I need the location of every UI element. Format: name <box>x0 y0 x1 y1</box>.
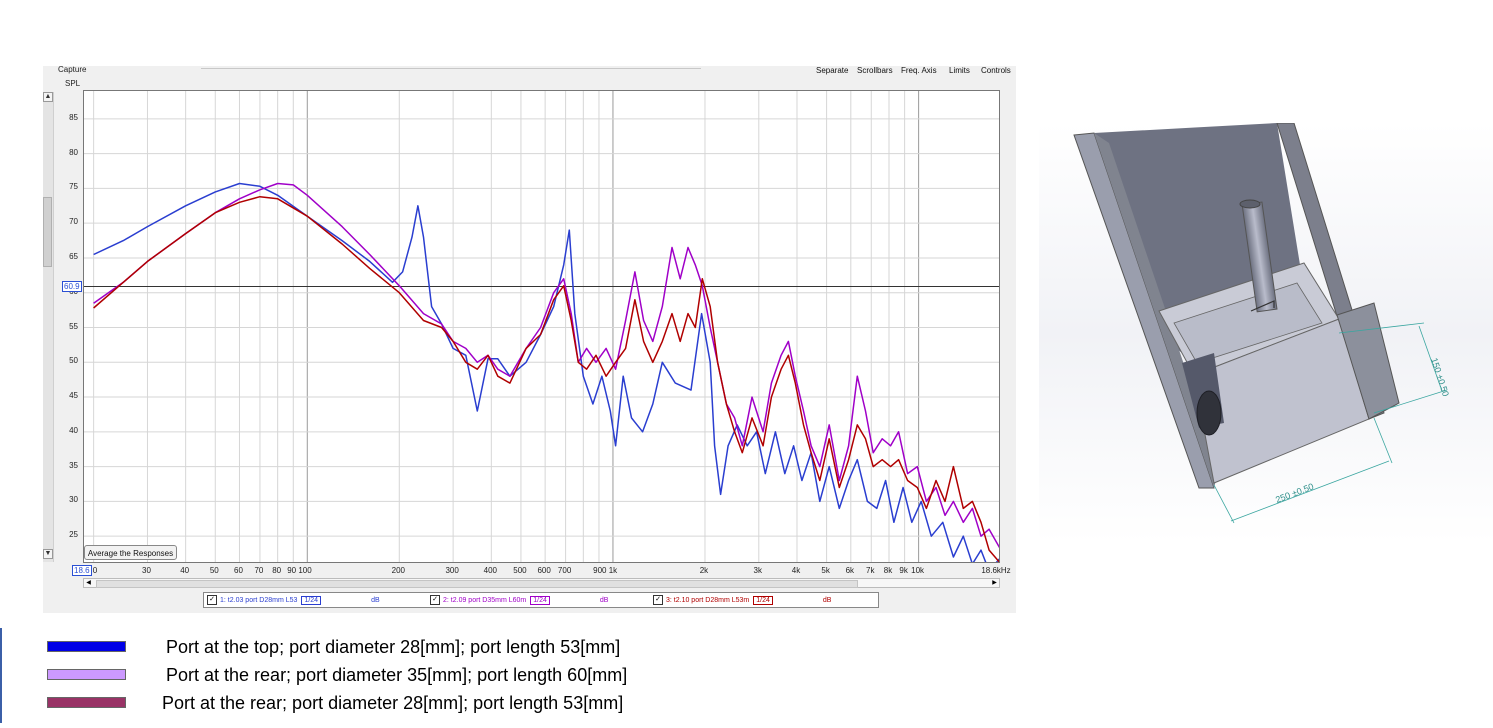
trace-3-checkbox[interactable]: ✓ <box>653 595 663 605</box>
x-tick-label: 30 <box>142 566 151 575</box>
trace-1-name: 1: t2.03 port D28mm L53 <box>220 596 298 604</box>
y-tick-label: 80 <box>69 147 78 157</box>
x-tick-label: 3k <box>753 566 763 575</box>
x-tick-label: 8k <box>883 566 893 575</box>
trace-entry-2[interactable]: ✓ 2: t2.09 port D35mm L60m 1/24 dB <box>430 595 608 605</box>
cad-port-opening <box>1239 199 1261 209</box>
trace-1-smoothing[interactable]: 1/24 <box>301 595 322 605</box>
title-divider <box>201 68 701 69</box>
x-tick-label: 900 1k <box>593 566 618 575</box>
menu-separate[interactable]: Separate <box>816 66 848 75</box>
trace-3-unit: dB <box>822 596 832 604</box>
legend-label-3: Port at the rear; port diameter 28[mm]; … <box>162 693 624 713</box>
series-line-2 <box>93 182 999 549</box>
series-line-3 <box>93 195 999 562</box>
y-tick-label: 65 <box>69 251 78 261</box>
x-tick-label: 90 100 <box>287 566 312 575</box>
trace-1-unit: dB <box>371 596 380 604</box>
trace-entry-3[interactable]: ✓ 3: t2.10 port D28mm L53m 1/24 dB <box>653 595 831 605</box>
legend-swatch-2 <box>47 669 126 680</box>
capture-label[interactable]: Capture <box>58 65 86 74</box>
x-tick-label: 500 <box>513 566 527 575</box>
x-tick-label: 50 <box>209 566 219 575</box>
scroll-up-button[interactable]: ▲ <box>43 92 53 102</box>
y-tick-label: 75 <box>69 182 78 192</box>
legend-label-1: Port at the top; port diameter 28[mm]; p… <box>166 637 621 657</box>
cad-driver <box>1196 390 1222 436</box>
legend-swatch-3 <box>47 697 126 708</box>
vertical-scroll-thumb[interactable] <box>43 197 52 267</box>
average-responses-button[interactable]: Average the Responses <box>84 545 177 560</box>
trace-2-name: 2: t2.09 port D35mm L60m <box>443 596 527 604</box>
x-tick-label: 9k <box>899 566 908 575</box>
horizontal-scrollbar[interactable]: ◀ ▶ <box>83 578 1000 588</box>
trace-1-checkbox[interactable]: ✓ <box>207 595 217 605</box>
x-tick-label: 5k <box>821 566 830 575</box>
menu-freq-axis[interactable]: Freq. Axis <box>901 66 937 75</box>
x-tick-label: 200 <box>391 566 405 575</box>
legend-label-2: Port at the rear; port diameter 35[mm]; … <box>166 665 628 685</box>
y-tick-label: 55 <box>69 321 78 331</box>
y-tick-label: 45 <box>69 391 78 401</box>
left-accent-bar <box>0 628 2 723</box>
scroll-left-button[interactable]: ◀ <box>84 579 93 587</box>
trace-2-checkbox[interactable]: ✓ <box>430 595 440 605</box>
y-tick-label: 30 <box>69 495 78 505</box>
x-tick-label: 300 <box>445 566 459 575</box>
menu-controls[interactable]: Controls <box>981 66 1011 75</box>
cad-enclosure-render: 150 ±0.50 250 ±0.50 <box>1039 123 1493 543</box>
x-end-label: 18.6kHz <box>981 566 1011 575</box>
series-line-1 <box>93 182 999 562</box>
menu-scrollbars[interactable]: Scrollbars <box>857 66 893 75</box>
y-tick-label: 50 <box>69 356 78 366</box>
x-tick-label: 700 <box>557 566 572 575</box>
x-tick-label: 60 <box>234 566 243 575</box>
x-tick-label: 70 <box>254 566 264 575</box>
trace-3-name: 3: t2.10 port D28mm L53m <box>666 596 750 604</box>
legend-swatch-1 <box>47 641 126 652</box>
horizontal-scroll-thumb[interactable] <box>96 580 858 588</box>
trace-entry-1[interactable]: ✓ 1: t2.03 port D28mm L53 1/24 dB <box>207 595 380 605</box>
plot-svg <box>84 91 999 562</box>
x-tick-label: 400 <box>483 566 497 575</box>
x-tick-label: 7k <box>866 566 875 575</box>
cursor-value-box[interactable]: 60.9 <box>62 281 82 292</box>
y-tick-label: 40 <box>69 425 78 435</box>
y-tick-label: 70 <box>69 217 78 227</box>
x-tick-label: 0 <box>92 566 98 575</box>
x-tick-label: 10k <box>911 566 925 575</box>
y-tick-label: 85 <box>69 112 78 122</box>
menu-limits[interactable]: Limits <box>949 66 970 75</box>
scroll-right-button[interactable]: ▶ <box>990 579 999 587</box>
x-tick-label: 6k <box>845 566 855 575</box>
vertical-scrollbar[interactable]: ▲ ▼ <box>43 92 54 562</box>
trace-2-unit: dB <box>599 596 609 604</box>
y-tick-label: 35 <box>69 460 78 470</box>
trace-selector-bar: ✓ 1: t2.03 port D28mm L53 1/24 dB ✓ 2: t2.09… <box>203 592 879 608</box>
x-tick-label: 4k <box>791 566 801 575</box>
x-tick-label: 80 <box>272 566 282 575</box>
y-tick-label: 25 <box>69 530 78 540</box>
x-tick-label: 600 <box>537 566 551 575</box>
spl-label: SPL <box>65 79 81 88</box>
x-tick-label: 40 <box>180 566 190 575</box>
trace-2-smoothing[interactable]: 1/24 <box>530 595 550 605</box>
x-tick-label: 2k <box>699 566 709 575</box>
frequency-response-plot[interactable] <box>83 90 1000 563</box>
scroll-down-button[interactable]: ▼ <box>43 549 53 559</box>
start-freq-box[interactable]: 18.6 <box>72 565 92 576</box>
trace-3-smoothing[interactable]: 1/24 <box>753 595 773 605</box>
